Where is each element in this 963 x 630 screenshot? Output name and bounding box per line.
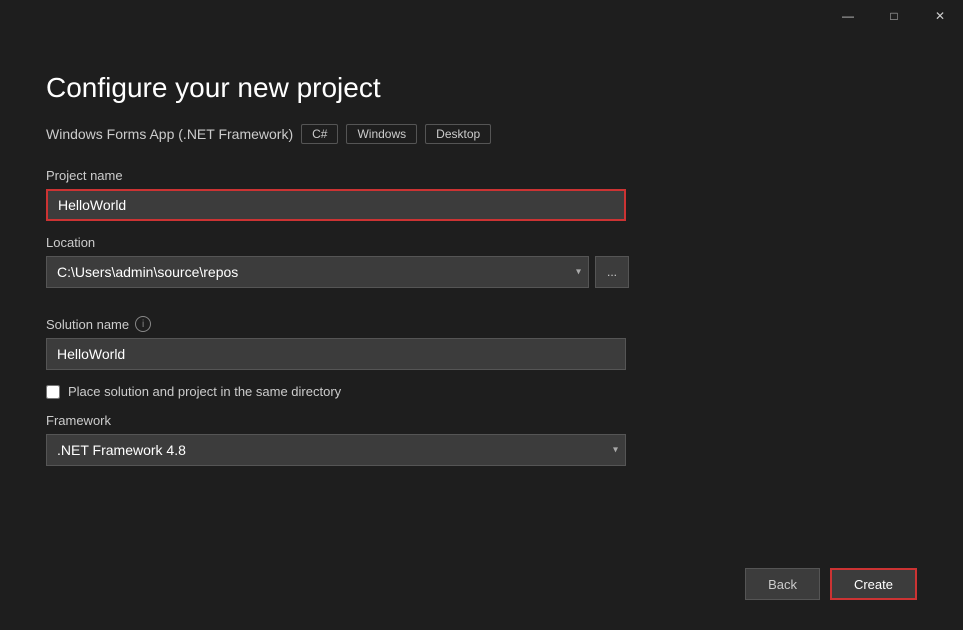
location-select-wrapper: C:\Users\admin\source\repos ▾ [46, 256, 589, 288]
solution-name-group: Solution name i [46, 316, 917, 370]
form-section: Project name Location C:\Users\admin\sou… [46, 168, 917, 548]
bottom-bar: Back Create [46, 548, 917, 600]
close-button[interactable]: ✕ [917, 0, 963, 32]
framework-select-wrapper: .NET Framework 4.8 .NET Framework 4.7.2 … [46, 434, 626, 466]
project-name-label: Project name [46, 168, 917, 183]
tag-row: Windows Forms App (.NET Framework) C# Wi… [46, 124, 917, 144]
main-content: Configure your new project Windows Forms… [0, 32, 963, 630]
minimize-button[interactable]: — [825, 0, 871, 32]
location-select[interactable]: C:\Users\admin\source\repos [46, 256, 589, 288]
framework-label: Framework [46, 413, 917, 428]
app-type-label: Windows Forms App (.NET Framework) [46, 126, 293, 142]
location-row: C:\Users\admin\source\repos ▾ ... [46, 256, 917, 288]
page-title: Configure your new project [46, 72, 917, 104]
location-group: Location C:\Users\admin\source\repos ▾ .… [46, 235, 917, 302]
checkbox-row: Place solution and project in the same d… [46, 384, 917, 399]
same-directory-label[interactable]: Place solution and project in the same d… [68, 384, 341, 399]
solution-name-input[interactable] [46, 338, 626, 370]
back-button[interactable]: Back [745, 568, 820, 600]
project-name-group: Project name [46, 168, 917, 221]
framework-select[interactable]: .NET Framework 4.8 .NET Framework 4.7.2 … [46, 434, 626, 466]
same-directory-checkbox[interactable] [46, 385, 60, 399]
create-button[interactable]: Create [830, 568, 917, 600]
title-bar: — □ ✕ [825, 0, 963, 32]
project-name-input[interactable] [46, 189, 626, 221]
browse-button[interactable]: ... [595, 256, 629, 288]
tag-csharp: C# [301, 124, 338, 144]
tag-windows: Windows [346, 124, 417, 144]
maximize-button[interactable]: □ [871, 0, 917, 32]
tag-desktop: Desktop [425, 124, 491, 144]
solution-name-info-icon: i [135, 316, 151, 332]
location-label: Location [46, 235, 917, 250]
framework-group: Framework .NET Framework 4.8 .NET Framew… [46, 413, 917, 466]
solution-name-label: Solution name i [46, 316, 917, 332]
